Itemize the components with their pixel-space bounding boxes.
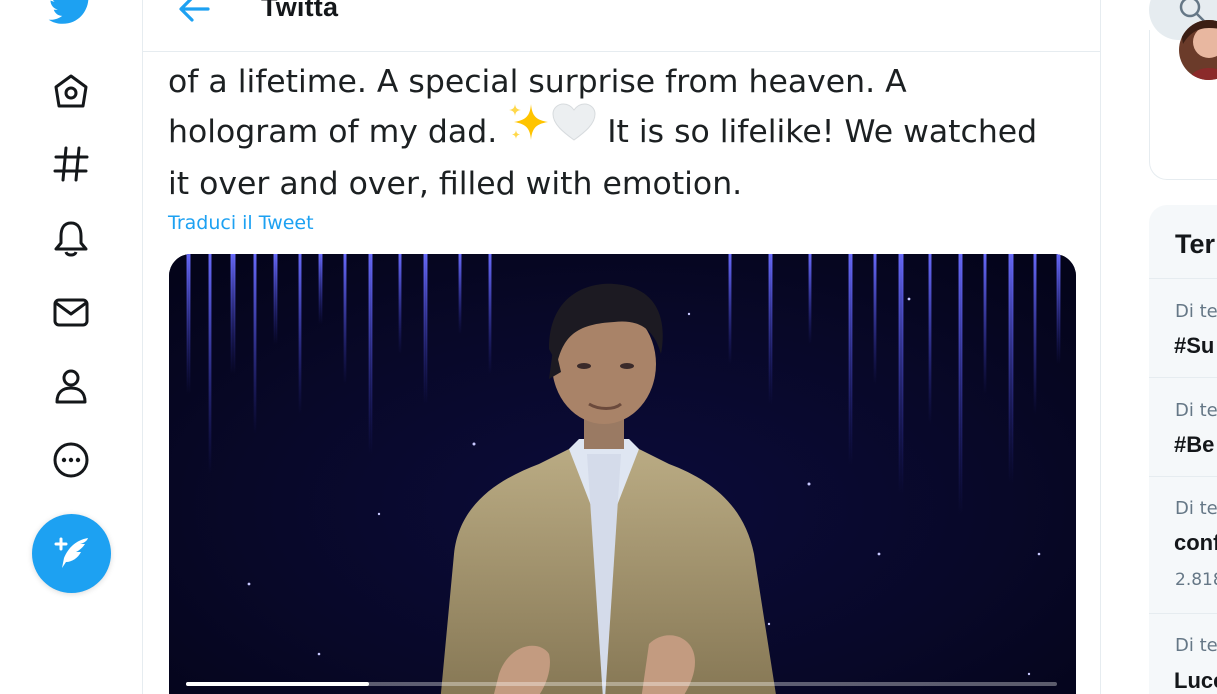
bell-icon[interactable] xyxy=(50,217,92,259)
page-title: Twitta xyxy=(261,0,339,22)
main-column: Twitta of a lifetime. A special surprise… xyxy=(142,0,1101,694)
page-header: Twitta xyxy=(143,0,1100,52)
tweet-line: it over and over, filled with emotion. xyxy=(168,166,743,202)
profile-icon[interactable] xyxy=(50,365,92,407)
trend-meta: Di te xyxy=(1175,400,1217,421)
tweet-line: hologram of my dad. It is so lifelike! W… xyxy=(168,103,1078,160)
trend-item[interactable]: Di te #Be xyxy=(1149,377,1217,477)
right-sidebar: Ter Di te #Su Di te #Be Di te conf 2.818… xyxy=(1101,0,1217,694)
translate-tweet-link[interactable]: Traduci il Tweet xyxy=(168,212,314,234)
feather-plus-icon xyxy=(54,537,88,568)
trends-panel: Ter Di te #Su Di te #Be Di te conf 2.818… xyxy=(1149,205,1217,694)
trends-title: Ter xyxy=(1175,229,1216,259)
hashtag-icon[interactable] xyxy=(50,143,92,185)
video-frame xyxy=(169,254,1076,694)
trend-item[interactable]: Di te Luce xyxy=(1149,613,1217,694)
arrow-left-icon[interactable] xyxy=(177,0,211,24)
tweet-line-part: It is so lifelike! We watched xyxy=(597,114,1038,150)
home-icon[interactable] xyxy=(50,70,92,112)
video-progress-fill xyxy=(186,682,369,686)
mail-icon[interactable] xyxy=(50,291,92,333)
tweet-line-part: hologram of my dad. xyxy=(168,114,508,150)
more-icon[interactable] xyxy=(50,439,92,481)
trend-meta: Di te xyxy=(1175,301,1217,322)
trend-name: #Be xyxy=(1174,432,1215,457)
left-navigation xyxy=(0,0,142,694)
sparkles-icon xyxy=(507,102,551,156)
trend-name: Luce xyxy=(1174,668,1217,693)
tweet-video[interactable] xyxy=(169,254,1076,694)
trend-item[interactable]: Di te conf 2.818 xyxy=(1149,476,1217,613)
white-heart-icon xyxy=(551,102,597,156)
twitter-logo-icon[interactable] xyxy=(47,0,95,26)
trend-count: 2.818 xyxy=(1175,570,1217,590)
trend-item[interactable]: Di te #Su xyxy=(1149,278,1217,378)
compose-tweet-button[interactable] xyxy=(32,514,111,593)
trend-meta: Di te xyxy=(1175,635,1217,656)
trend-name: conf xyxy=(1174,530,1217,555)
tweet-line: of a lifetime. A special surprise from h… xyxy=(168,64,907,100)
trend-name: #Su xyxy=(1174,333,1215,358)
trend-meta: Di te xyxy=(1175,498,1217,519)
video-progress-bar[interactable] xyxy=(186,682,1057,686)
